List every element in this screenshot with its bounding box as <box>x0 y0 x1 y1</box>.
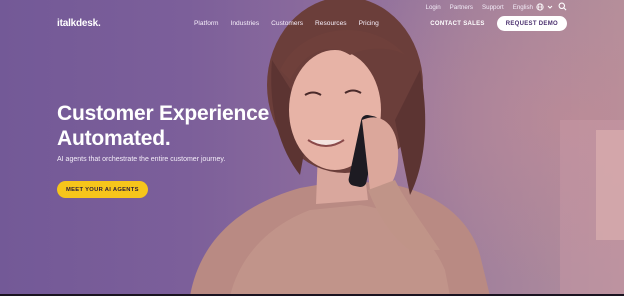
headline-line-1: Customer Experience <box>57 102 270 125</box>
language-selector[interactable]: English <box>513 3 553 11</box>
nav-item-pricing[interactable]: Pricing <box>359 20 379 27</box>
globe-icon <box>536 3 544 11</box>
partners-link[interactable]: Partners <box>450 4 473 11</box>
nav-actions: CONTACT SALES REQUEST DEMO <box>430 16 567 31</box>
headline-line-2: Automated. <box>57 127 171 150</box>
nav-item-customers[interactable]: Customers <box>271 20 303 27</box>
nav-item-industries[interactable]: Industries <box>231 20 260 27</box>
nav-item-resources[interactable]: Resources <box>315 20 347 27</box>
nav-item-platform[interactable]: Platform <box>194 20 219 27</box>
nav-links: Platform Industries Customers Resources … <box>194 20 430 27</box>
chevron-down-icon <box>547 4 553 10</box>
main-nav: italkdesk. Platform Industries Customers… <box>57 15 567 32</box>
support-link[interactable]: Support <box>482 4 504 11</box>
meet-ai-agents-button[interactable]: MEET YOUR AI AGENTS <box>57 181 148 198</box>
request-demo-button[interactable]: REQUEST DEMO <box>496 16 567 31</box>
utility-nav: Login Partners Support English <box>426 0 624 13</box>
language-label: English <box>512 3 533 11</box>
contact-sales-link[interactable]: CONTACT SALES <box>430 21 484 27</box>
search-icon[interactable] <box>558 2 567 11</box>
hero-subhead: AI agents that orchestrate the entire cu… <box>57 156 226 163</box>
talkdesk-logo[interactable]: italkdesk. <box>57 18 194 29</box>
login-link[interactable]: Login <box>426 4 441 11</box>
hero-headline: Customer Experience Automated. <box>57 101 297 151</box>
